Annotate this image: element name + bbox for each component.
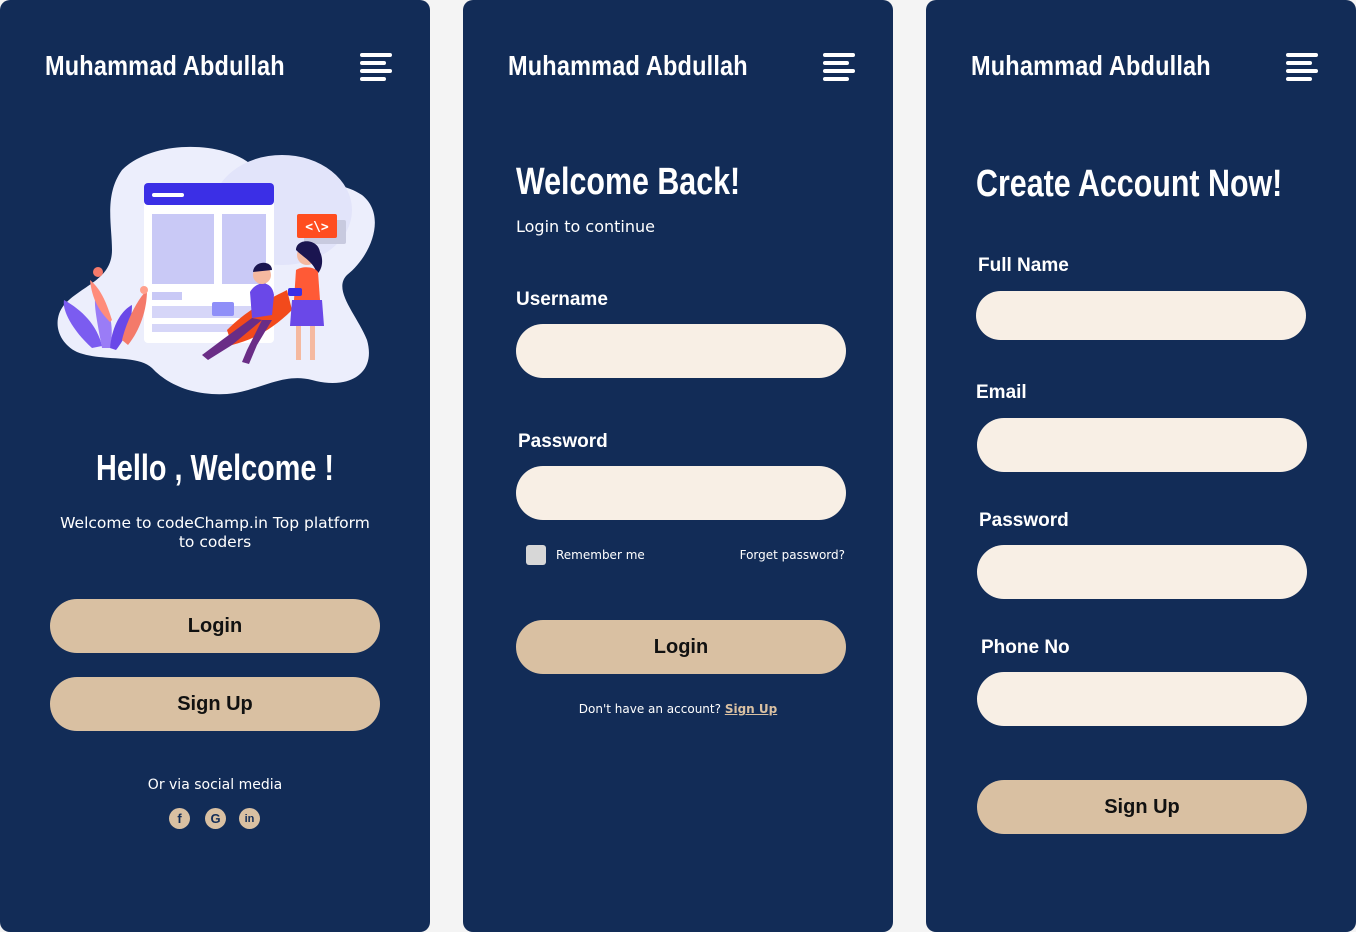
login-button[interactable]: Login: [516, 620, 846, 674]
welcome-screen: Muhammad Abdullah <\> Hello , Welcome ! …: [0, 0, 430, 932]
signup-title: Create Account Now!: [976, 163, 1283, 205]
remember-label[interactable]: Remember me: [556, 548, 645, 562]
linkedin-icon[interactable]: in: [239, 808, 260, 829]
brand-title: Muhammad Abdullah: [971, 50, 1211, 81]
fullname-label: Full Name: [978, 255, 1069, 276]
password-label: Password: [518, 431, 608, 452]
email-label: Email: [976, 382, 1027, 403]
social-media-text: Or via social media: [147, 777, 283, 793]
email-input[interactable]: [977, 418, 1307, 472]
signup-button[interactable]: Sign Up: [977, 780, 1307, 834]
username-label: Username: [516, 289, 608, 310]
password-label: Password: [979, 510, 1069, 531]
remember-checkbox[interactable]: [526, 545, 546, 565]
login-title: Welcome Back!: [516, 161, 741, 203]
menu-icon[interactable]: [823, 53, 855, 81]
signup-link[interactable]: Sign Up: [725, 702, 777, 716]
login-screen: Muhammad Abdullah Welcome Back! Login to…: [463, 0, 893, 932]
username-input[interactable]: [516, 324, 846, 378]
brand-title: Muhammad Abdullah: [45, 50, 285, 81]
signup-button[interactable]: Sign Up: [50, 677, 380, 731]
no-account-line: Don't have an account? Sign Up: [463, 702, 893, 716]
signup-screen: Muhammad Abdullah Create Account Now! Fu…: [926, 0, 1356, 932]
password-input[interactable]: [516, 466, 846, 520]
login-subtitle: Login to continue: [516, 217, 655, 236]
password-input[interactable]: [977, 545, 1307, 599]
google-icon[interactable]: G: [205, 808, 226, 829]
menu-icon[interactable]: [1286, 53, 1318, 81]
code-tag-text: <\>: [305, 220, 329, 235]
forgot-password-link[interactable]: Forget password?: [740, 548, 845, 562]
hero-illustration: <\>: [57, 146, 375, 395]
welcome-subtitle: Welcome to codeChamp.in Top platform to …: [60, 514, 370, 551]
phone-input[interactable]: [977, 672, 1307, 726]
brand-title: Muhammad Abdullah: [508, 50, 748, 81]
phone-label: Phone No: [981, 637, 1070, 658]
no-account-text: Don't have an account?: [578, 702, 721, 716]
menu-icon[interactable]: [360, 53, 392, 81]
fullname-input[interactable]: [976, 291, 1306, 340]
facebook-icon[interactable]: f: [169, 808, 190, 829]
welcome-title: Hello , Welcome !: [96, 447, 334, 488]
login-button[interactable]: Login: [50, 599, 380, 653]
